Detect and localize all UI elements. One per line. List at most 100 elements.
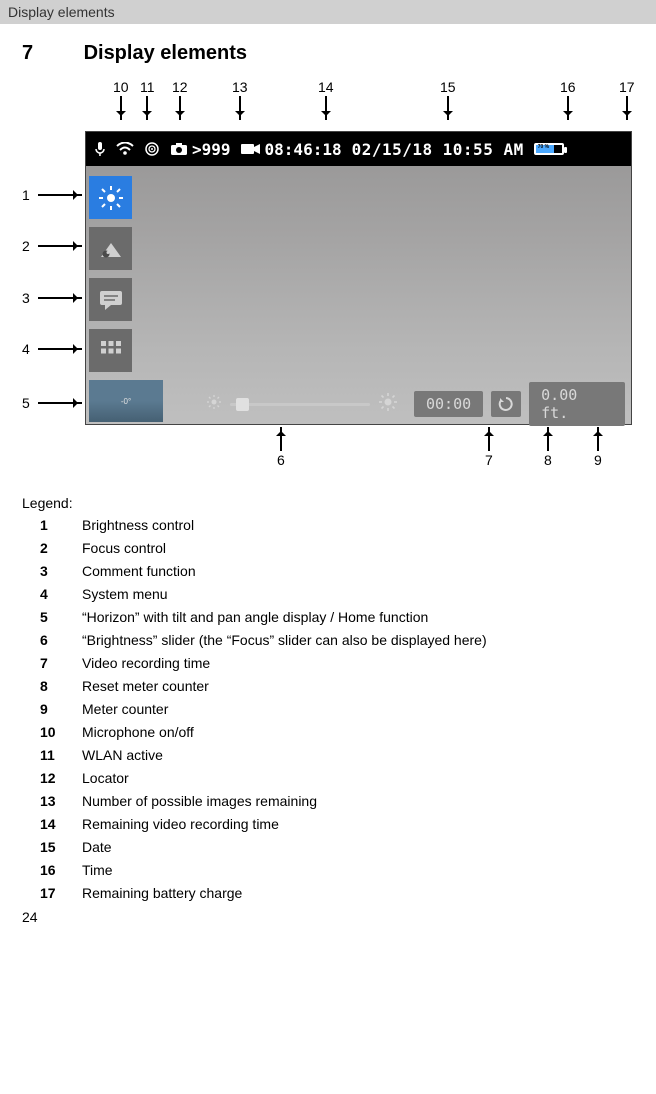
legend-text: Meter counter — [82, 701, 168, 717]
battery-icon: 70 % — [534, 143, 564, 155]
camera-display: >999 08:46:18 02/15/18 10:55 AM 70 % — [85, 131, 632, 425]
legend-row-9: 9Meter counter — [22, 701, 634, 717]
page-content: 7 Display elements 1011121314151617 1234… — [0, 24, 656, 935]
legend-text: WLAN active — [82, 747, 163, 763]
callout-14: 14 — [318, 79, 334, 120]
callout-11: 11 — [140, 79, 155, 120]
legend-row-8: 8Reset meter counter — [22, 678, 634, 694]
page-number: 24 — [22, 909, 634, 925]
video-remaining: 08:46:18 — [241, 140, 342, 159]
legend-number: 14 — [22, 816, 82, 832]
system-menu-button[interactable] — [89, 329, 132, 372]
legend-number: 9 — [22, 701, 82, 717]
legend-row-5: 5“Horizon” with tilt and pan angle displ… — [22, 609, 634, 625]
legend-row-6: 6“Brightness” slider (the “Focus” slider… — [22, 632, 634, 648]
legend-text: Number of possible images remaining — [82, 793, 317, 809]
legend-text: Video recording time — [82, 655, 210, 671]
legend-row-13: 13Number of possible images remaining — [22, 793, 634, 809]
legend-number: 3 — [22, 563, 82, 579]
legend-number: 6 — [22, 632, 82, 648]
section-heading: 7 Display elements — [22, 42, 634, 65]
reset-meter-button[interactable] — [491, 391, 521, 417]
locator-icon — [144, 141, 160, 157]
video-remaining-value: 08:46:18 — [265, 140, 342, 159]
legend-number: 11 — [22, 747, 82, 763]
legend-text: Focus control — [82, 540, 166, 556]
legend-number: 12 — [22, 770, 82, 786]
legend-row-10: 10Microphone on/off — [22, 724, 634, 740]
brightness-low-icon — [206, 394, 222, 415]
callout-2: 2 — [22, 238, 82, 254]
callout-16: 16 — [560, 79, 576, 120]
section-title-text: Display elements — [84, 42, 247, 64]
focus-button[interactable] — [89, 227, 132, 270]
legend-text: Reset meter counter — [82, 678, 209, 694]
callout-1: 1 — [22, 187, 82, 203]
microphone-icon — [94, 141, 106, 157]
legend-row-3: 3Comment function — [22, 563, 634, 579]
photo-count: >999 — [170, 140, 231, 159]
camera-icon — [170, 142, 188, 156]
date-display: 02/15/18 — [352, 140, 433, 159]
legend-row-1: 1Brightness control — [22, 517, 634, 533]
legend-text: “Horizon” with tilt and pan angle displa… — [82, 609, 428, 625]
legend-text: Time — [82, 862, 113, 878]
legend-row-12: 12Locator — [22, 770, 634, 786]
callout-13: 13 — [232, 79, 248, 120]
legend-row-17: 17Remaining battery charge — [22, 885, 634, 901]
legend-number: 7 — [22, 655, 82, 671]
legend-number: 2 — [22, 540, 82, 556]
legend-list: 1Brightness control2Focus control3Commen… — [22, 517, 634, 901]
legend-number: 16 — [22, 862, 82, 878]
running-title: Display elements — [8, 4, 115, 20]
recording-time: 00:00 — [414, 391, 483, 417]
legend-row-14: 14Remaining video recording time — [22, 816, 634, 832]
time-display: 10:55 AM — [443, 140, 524, 159]
callout-6: 6 — [277, 427, 285, 468]
camera-status-bar: >999 08:46:18 02/15/18 10:55 AM 70 % — [86, 132, 631, 166]
annotated-figure: 1011121314151617 12345 >999 — [22, 79, 634, 487]
brightness-button[interactable] — [89, 176, 132, 219]
callout-10: 10 — [113, 79, 129, 120]
legend-text: Brightness control — [82, 517, 194, 533]
callout-7: 7 — [485, 427, 493, 468]
callout-15: 15 — [440, 79, 456, 120]
brightness-slider[interactable] — [230, 403, 370, 406]
meter-counter: 0.00 ft. — [529, 382, 625, 426]
callout-17: 17 — [619, 79, 635, 120]
legend-text: Remaining video recording time — [82, 816, 279, 832]
legend-text: “Brightness” slider (the “Focus” slider … — [82, 632, 487, 648]
legend-row-15: 15Date — [22, 839, 634, 855]
legend-text: System menu — [82, 586, 168, 602]
legend-text: Comment function — [82, 563, 196, 579]
horizon-indicator[interactable]: -0° — [89, 380, 163, 422]
running-header: Display elements — [0, 0, 656, 24]
legend-text: Microphone on/off — [82, 724, 194, 740]
legend-number: 5 — [22, 609, 82, 625]
legend-row-7: 7Video recording time — [22, 655, 634, 671]
legend-number: 13 — [22, 793, 82, 809]
video-icon — [241, 143, 261, 155]
legend-row-4: 4System menu — [22, 586, 634, 602]
comment-button[interactable] — [89, 278, 132, 321]
callout-5: 5 — [22, 395, 82, 411]
legend-number: 8 — [22, 678, 82, 694]
callout-9: 9 — [594, 427, 602, 468]
legend-number: 15 — [22, 839, 82, 855]
camera-bottom-bar: 00:00 0.00 ft. — [206, 388, 625, 420]
photo-count-value: >999 — [192, 140, 231, 159]
legend-text: Date — [82, 839, 112, 855]
callout-3: 3 — [22, 290, 82, 306]
legend-text: Remaining battery charge — [82, 885, 242, 901]
callout-12: 12 — [172, 79, 188, 120]
legend-label: Legend: — [22, 495, 634, 511]
legend-number: 1 — [22, 517, 82, 533]
callout-8: 8 — [544, 427, 552, 468]
brightness-high-icon — [378, 392, 398, 417]
callout-4: 4 — [22, 341, 82, 357]
wifi-icon — [116, 142, 134, 156]
legend-row-2: 2Focus control — [22, 540, 634, 556]
legend-number: 17 — [22, 885, 82, 901]
legend-row-16: 16Time — [22, 862, 634, 878]
section-number: 7 — [22, 42, 78, 65]
